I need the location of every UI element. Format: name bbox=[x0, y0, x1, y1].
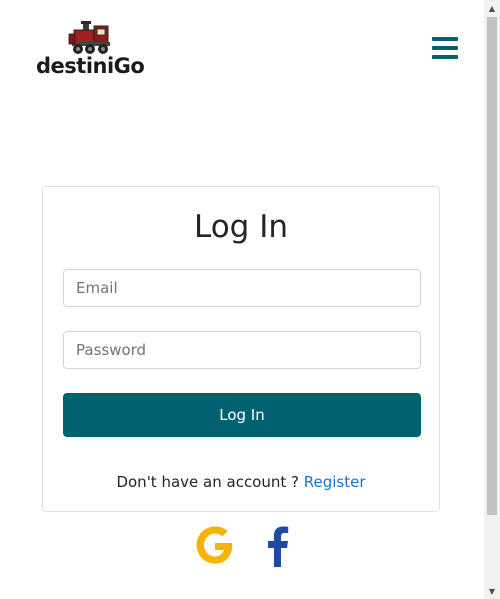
register-link[interactable]: Register bbox=[304, 473, 366, 491]
facebook-login-button[interactable] bbox=[262, 523, 292, 567]
scroll-up-arrow-icon[interactable]: ▲ bbox=[484, 0, 500, 16]
login-title: Log In bbox=[193, 209, 288, 245]
scrollbar-thumb[interactable] bbox=[487, 17, 497, 515]
vertical-scrollbar[interactable]: ▲ ▼ bbox=[484, 0, 500, 599]
register-prompt-text: Don't have an account ? bbox=[116, 473, 304, 491]
page: destiniGo Log In Log In Don't have an ac… bbox=[0, 0, 484, 599]
login-button[interactable]: Log In bbox=[63, 393, 421, 437]
email-field[interactable] bbox=[63, 269, 421, 307]
logo-text: destiniGo bbox=[36, 54, 145, 78]
password-field[interactable] bbox=[63, 331, 421, 369]
scroll-down-arrow-icon[interactable]: ▼ bbox=[484, 583, 500, 599]
register-prompt: Don't have an account ? Register bbox=[43, 473, 439, 491]
train-icon bbox=[68, 21, 110, 54]
login-card: Log In Log In Don't have an account ? Re… bbox=[42, 186, 440, 512]
site-logo[interactable]: destiniGo bbox=[36, 20, 145, 82]
google-icon bbox=[196, 526, 233, 564]
hamburger-menu-icon[interactable] bbox=[432, 35, 460, 61]
google-login-button[interactable] bbox=[194, 523, 236, 567]
facebook-icon bbox=[268, 526, 289, 567]
